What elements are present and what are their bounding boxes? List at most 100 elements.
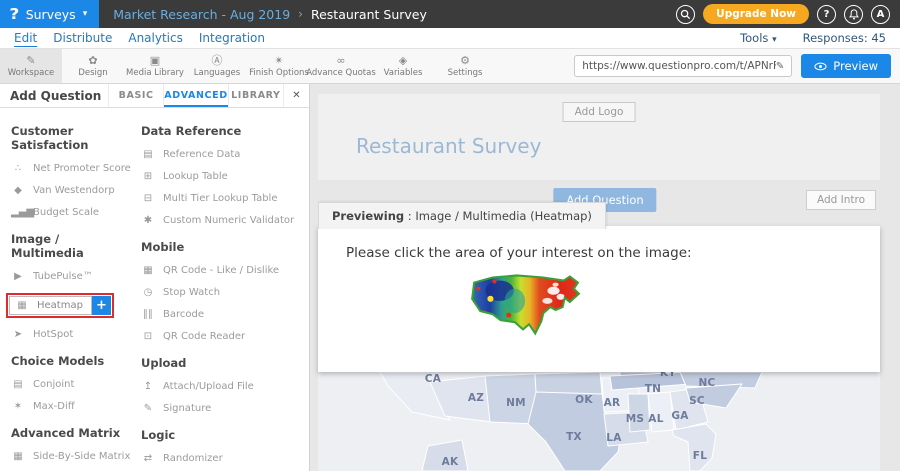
conjoint-cards-icon: ▤ (11, 379, 25, 390)
design-icon: ✿ (88, 55, 97, 67)
wand-icon: ✶ (11, 401, 25, 412)
add-logo-button[interactable]: Add Logo (563, 102, 636, 122)
survey-title[interactable]: Restaurant Survey (356, 134, 541, 158)
numeric-validator-icon: ✱ (141, 215, 155, 226)
sidebar-item-side-by-side-matrix[interactable]: ▦Side-By-Side Matrix (11, 451, 133, 462)
add-intro-button[interactable]: Add Intro (806, 190, 876, 210)
sidebar-item-multi-tier-lookup-table[interactable]: ⊟Multi Tier Lookup Table (141, 193, 309, 204)
app-window: ? Surveys ▾ Market Research - Aug 2019 ›… (0, 0, 900, 471)
add-question-header: Add Question BASIC ADVANCED LIBRARY ✕ (0, 84, 309, 108)
panel-title: Add Question (0, 84, 108, 107)
product-name: Surveys (26, 7, 76, 22)
breadcrumb: Market Research - Aug 2019 › Restaurant … (113, 7, 427, 22)
sidebar-item-heatmap[interactable]: ▦Heatmap (9, 296, 92, 315)
sidebar-item-label: Reference Data (163, 149, 240, 160)
section-customer-satisfaction: Customer Satisfaction∴Net Promoter Score… (11, 124, 133, 218)
sidebar-item-label: Randomizer (163, 453, 223, 464)
sidebar-item-reference-data[interactable]: ▤ Reference Data (141, 149, 309, 160)
toolbar-item-variables[interactable]: ◈Variables (372, 49, 434, 83)
toolbar-item-label: Finish Options (249, 68, 309, 78)
toolbar-item-settings[interactable]: ⚙Settings (434, 49, 496, 83)
previewing-separator: : (404, 209, 415, 223)
sidebar-item-lookup-table[interactable]: ⊞Lookup Table (141, 171, 309, 182)
toolbar-item-finish-options[interactable]: ✴Finish Options (248, 49, 310, 83)
help-button[interactable]: ? (817, 5, 836, 24)
toolbar-item-label: Advance Quotas (306, 68, 376, 78)
reference-data-icon: ▤ (141, 149, 155, 160)
tab-integration[interactable]: Integration (199, 31, 265, 45)
surveys-menu[interactable]: ? Surveys ▾ (0, 0, 99, 28)
edit-url-icon[interactable]: ✎ (776, 61, 784, 72)
responses-count[interactable]: Responses: 45 (803, 31, 886, 45)
sidebar-item-hotspot[interactable]: ➤HotSpot (11, 329, 133, 340)
previewing-tab: Previewing : Image / Multimedia (Heatmap… (318, 202, 606, 229)
section-mobile: Mobile▦QR Code - Like / Dislike◷Stop Wat… (141, 240, 309, 342)
toolbar-item-label: Media Library (126, 68, 184, 78)
signature-icon: ✎ (141, 403, 155, 414)
sidebar-item-barcode[interactable]: ∥∥Barcode (141, 309, 309, 320)
tab-edit[interactable]: Edit (14, 31, 37, 45)
preview-button[interactable]: Preview (801, 54, 891, 78)
sidebar-item-van-westendorp[interactable]: ◆ Van Westendorp (11, 185, 133, 196)
toolbar-item-media-library[interactable]: ▣Media Library (124, 49, 186, 83)
state-label-nm: NM (506, 397, 526, 409)
toolbar-item-design[interactable]: ✿Design (62, 49, 124, 83)
chevron-down-icon: ▾ (772, 35, 777, 45)
tab-analytics[interactable]: Analytics (128, 31, 183, 45)
sidebar-item-stop-watch[interactable]: ◷Stop Watch (141, 287, 309, 298)
search-icon (680, 9, 691, 20)
question-types-column-1: Customer Satisfaction∴Net Promoter Score… (11, 110, 133, 471)
breadcrumb-folder-link[interactable]: Market Research - Aug 2019 (113, 7, 290, 22)
eye-icon (814, 62, 827, 71)
languages-icon: Ⓐ (212, 55, 223, 67)
toolbar-item-languages[interactable]: ⒶLanguages (186, 49, 248, 83)
add-heatmap-question-button[interactable]: + (92, 296, 111, 315)
sidebar-item-label: Van Westendorp (33, 185, 115, 196)
sidebar-item-randomizer[interactable]: ⇄Randomizer (141, 453, 309, 464)
tab-library[interactable]: LIBRARY (228, 84, 283, 107)
sidebar-item-qr-code-reader[interactable]: ⊡QR Code Reader (141, 331, 309, 342)
toolbar-item-workspace[interactable]: ✎Workspace (0, 49, 62, 83)
sidebar-item-attach-upload-file[interactable]: ↥Attach/Upload File (141, 381, 309, 392)
tab-advanced[interactable]: ADVANCED (163, 84, 227, 107)
sidebar-item-max-diff[interactable]: ✶ Max-Diff (11, 401, 133, 412)
sidebar-item-tubepulse[interactable]: ▶TubePulse™ (11, 271, 133, 282)
state-label-ms: MS (626, 413, 645, 425)
sidebar-item-label: Lookup Table (163, 171, 228, 182)
nav-right: Tools ▾ Responses: 45 (740, 31, 900, 45)
avatar[interactable]: A (871, 5, 890, 24)
variables-icon: ◈ (399, 55, 407, 67)
sidebar-item-label: Barcode (163, 309, 204, 320)
sidebar-item-net-promoter-score[interactable]: ∴Net Promoter Score (11, 163, 133, 174)
sidebar-item-conjoint[interactable]: ▤Conjoint (11, 379, 133, 390)
sidebar-item-custom-numeric-validator[interactable]: ✱Custom Numeric Validator (141, 215, 309, 226)
tab-distribute[interactable]: Distribute (53, 31, 112, 45)
upgrade-now-button[interactable]: Upgrade Now (703, 4, 809, 24)
toolbar-item-advance-quotas[interactable]: ∞Advance Quotas (310, 49, 372, 83)
sidebar-item-label: Max-Diff (33, 401, 75, 412)
topbar-actions: Upgrade Now ? A (676, 4, 900, 24)
us-heatmap-image[interactable] (464, 268, 582, 348)
sidebar-item-label: Net Promoter Score (33, 163, 131, 174)
sidebar-item-label: Attach/Upload File (163, 381, 254, 392)
bar-chart-icon: ▂▄▆ (11, 207, 25, 218)
section-heading: Choice Models (11, 354, 133, 368)
settings-icon: ⚙ (460, 55, 470, 67)
video-icon: ▶ (11, 271, 25, 282)
sidebar-item-signature[interactable]: ✎Signature (141, 403, 309, 414)
section-advanced-matrix: Advanced Matrix▦Side-By-Side Matrix▥Comp… (11, 426, 133, 471)
advance-quotas-icon: ∞ (336, 55, 345, 67)
sidebar-item-qr-code-like-dislike[interactable]: ▦QR Code - Like / Dislike (141, 265, 309, 276)
close-icon[interactable]: ✕ (283, 84, 309, 107)
tools-menu[interactable]: Tools ▾ (740, 31, 777, 45)
section-heading: Advanced Matrix (11, 426, 133, 440)
toolbar-item-label: Settings (448, 68, 483, 78)
tab-basic[interactable]: BASIC (108, 84, 163, 107)
search-button[interactable] (676, 5, 695, 24)
sidebar-item-label: QR Code Reader (163, 331, 245, 342)
state-label-nc: NC (698, 377, 715, 389)
survey-url-field[interactable]: https://www.questionpro.com/t/APNrFZ ✎ (574, 55, 792, 77)
notifications-button[interactable] (844, 5, 863, 24)
sidebar-item-budget-scale[interactable]: ▂▄▆Budget Scale (11, 207, 133, 218)
price-tag-icon: ◆ (11, 185, 25, 196)
